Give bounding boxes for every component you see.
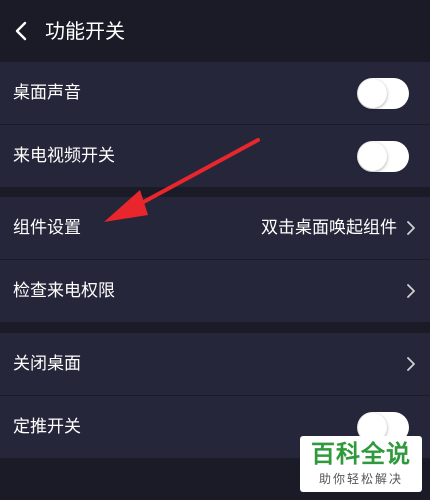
setting-row-widget-settings[interactable]: 组件设置 双击桌面唤起组件	[0, 197, 430, 259]
chevron-right-icon	[407, 221, 415, 235]
chevron-right-icon	[407, 284, 415, 298]
watermark-title: 百科全说	[311, 440, 411, 468]
watermark-subtitle: 助你轻松解决	[318, 472, 403, 486]
setting-label: 定推开关	[13, 417, 81, 437]
section-gap	[0, 322, 430, 333]
setting-label: 来电视频开关	[13, 146, 115, 166]
toggle-knob	[358, 79, 387, 108]
watermark-logo: 百科全说 助你轻松解决	[300, 436, 422, 492]
setting-row-call-video[interactable]: 来电视频开关	[0, 125, 430, 187]
setting-value: 双击桌面唤起组件	[261, 218, 397, 238]
setting-label: 检查来电权限	[13, 281, 115, 301]
setting-label: 桌面声音	[13, 83, 81, 103]
chevron-right-icon	[407, 357, 415, 371]
setting-row-check-call-permission[interactable]: 检查来电权限	[0, 260, 430, 322]
setting-row-close-desktop[interactable]: 关闭桌面	[0, 333, 430, 395]
header-bar: 功能开关	[0, 0, 430, 61]
setting-label: 关闭桌面	[13, 354, 81, 374]
chevron-left-icon[interactable]	[13, 21, 29, 41]
setting-row-desktop-sound[interactable]: 桌面声音	[0, 62, 430, 124]
page-title: 功能开关	[45, 19, 125, 43]
section-gap	[0, 187, 430, 197]
toggle-knob	[358, 142, 387, 171]
desktop-sound-toggle[interactable]	[357, 78, 409, 109]
call-video-toggle[interactable]	[357, 141, 409, 172]
setting-label: 组件设置	[13, 218, 81, 238]
